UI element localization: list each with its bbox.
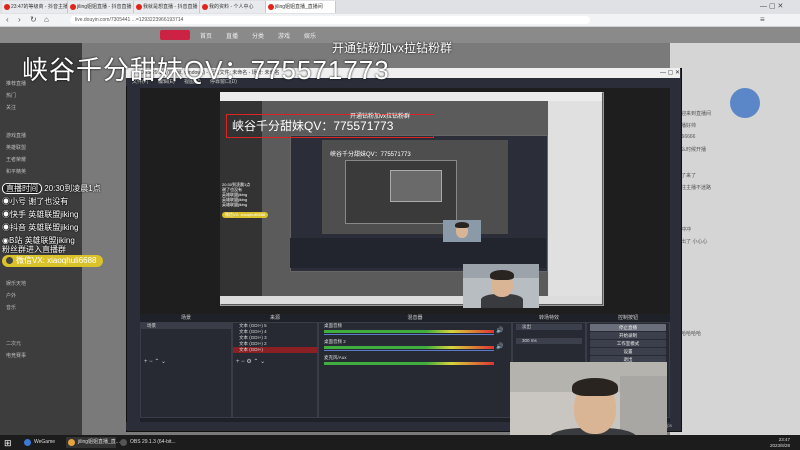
- menu-icon[interactable]: ≡: [760, 14, 765, 26]
- back-icon[interactable]: ‹: [6, 14, 9, 26]
- taskbar-item[interactable]: jiling姐姐直播_直...: [66, 437, 120, 448]
- browser-tab[interactable]: jiling姐姐直播 - 抖音直播: [68, 1, 134, 13]
- obs-window-controls[interactable]: — ▢ ✕: [660, 69, 680, 76]
- sidebar-item[interactable]: 王者荣耀: [6, 156, 26, 163]
- browser-tab[interactable]: 我的资料 - 个人中心: [200, 1, 266, 13]
- watermark: 峡谷千分甜妹QV：775571773: [22, 55, 390, 85]
- nested-vx-tag: 微信VX: xiaoqhuli6688: [222, 212, 269, 218]
- scene-list-controls[interactable]: + − ⌃ ⌄: [144, 358, 166, 365]
- settings-button[interactable]: 设置: [590, 348, 666, 355]
- mixer-dock: [318, 322, 512, 418]
- nav-item[interactable]: 游戏: [278, 31, 290, 40]
- audio-meter: [324, 346, 494, 349]
- nested-browser-bar: [220, 92, 602, 101]
- webcam-nested-small: [443, 220, 481, 242]
- taskbar-clock: 23:47 2023/8/28: [770, 437, 791, 448]
- mixer-channel-label: 桌面音频 2: [324, 339, 346, 344]
- stream-info-row: ◉抖音 英雄联盟jiking: [2, 223, 79, 232]
- webcam-nested: [463, 264, 539, 308]
- audio-meter: [324, 362, 494, 365]
- mixer-channel-label: 麦克风/Aux: [324, 355, 347, 360]
- sidebar-item[interactable]: 音乐: [6, 304, 16, 311]
- forward-icon[interactable]: ›: [18, 14, 21, 26]
- nav-item[interactable]: 娱乐: [304, 31, 316, 40]
- nav-item[interactable]: 分类: [252, 31, 264, 40]
- source-item-selected[interactable]: 文本 (GDI+): [233, 347, 317, 353]
- source-list-controls[interactable]: + − ⚙ ⌃ ⌄: [236, 358, 265, 365]
- scenes-dock: [140, 322, 232, 418]
- browser-tab-active[interactable]: jiling姐姐直播_直播间: [266, 1, 336, 13]
- sidebar-item[interactable]: 和平精英: [6, 168, 26, 175]
- chat-message: 送出了 小心心: [676, 239, 708, 245]
- chat-message: 主播好帅: [676, 123, 697, 129]
- speaker-icon[interactable]: 🔊: [496, 327, 503, 334]
- chat-message: 来了来了: [676, 173, 697, 179]
- audio-meter: [324, 330, 494, 333]
- stream-info-row: ◉小号 谢了也没有: [2, 197, 69, 206]
- nested-watermark-small: 峡谷千分甜妹QV：775571773: [330, 152, 411, 158]
- sidebar-item[interactable]: 电竞赛事: [6, 352, 26, 359]
- gift-icon[interactable]: [730, 88, 760, 118]
- sidebar-item[interactable]: 关注: [6, 104, 16, 111]
- chat-message: 关注主播不迷路: [676, 185, 712, 191]
- home-icon[interactable]: ⌂: [44, 14, 49, 26]
- sidebar-item[interactable]: 英雄联盟: [6, 144, 26, 151]
- scenes-dock-title: 场景: [180, 315, 191, 321]
- nested-chat: [548, 101, 602, 296]
- scene-item[interactable]: 场景: [141, 323, 231, 329]
- mixer-dock-title: 混音器: [407, 315, 423, 321]
- chat-message: 冲冲冲: [676, 227, 692, 233]
- chat-message: 6666666: [676, 134, 696, 140]
- wechat-icon: [6, 257, 13, 264]
- browser-tab[interactable]: 23:47的等级商 - 抖音主播: [2, 1, 68, 13]
- taskbar-item[interactable]: OBS 29.1.3 (64-bit...: [118, 437, 176, 448]
- nav-item[interactable]: 直播: [226, 31, 238, 40]
- chat-message: 什么时候开播: [676, 147, 707, 153]
- sidebar-item[interactable]: 户外: [6, 292, 16, 299]
- controls-dock-title: 控制按钮: [617, 315, 638, 321]
- browser-tab[interactable]: 我就是想直播 - 抖音直播: [134, 1, 200, 13]
- window-controls[interactable]: — ▢ ✕: [760, 2, 783, 10]
- taskbar-item[interactable]: WeGame: [22, 437, 64, 448]
- transitions-dock-title: 转场特效: [538, 315, 559, 321]
- volume-slider[interactable]: [324, 350, 494, 351]
- stop-streaming-button[interactable]: 停止直播: [590, 324, 666, 331]
- stream-info-row: ◉快手 英雄联盟jiking: [2, 210, 79, 219]
- sidebar-item[interactable]: 游戏直播: [6, 132, 26, 139]
- nested-banner: 开通钻粉加vx拉钻粉群: [350, 114, 411, 120]
- url-input[interactable]: live.douyin.com/7305441 ...=129322396619…: [70, 16, 590, 24]
- start-recording-button[interactable]: 开始录制: [590, 332, 666, 339]
- nested-capture-deepest: [390, 170, 442, 202]
- speaker-icon[interactable]: 🔊: [496, 343, 503, 350]
- nested-bottom-bar: [220, 296, 602, 304]
- start-icon[interactable]: ⊞: [4, 438, 12, 449]
- volume-slider[interactable]: [324, 334, 494, 335]
- merch-text: 粉丝群进入直播群: [2, 245, 66, 254]
- transition-select[interactable]: 淡出: [516, 324, 582, 330]
- sidebar-item[interactable]: 娱乐天地: [6, 280, 26, 287]
- site-logo[interactable]: [160, 30, 190, 40]
- nav-item[interactable]: 首页: [200, 31, 212, 40]
- studio-mode-button[interactable]: 工作室模式: [590, 340, 666, 347]
- sidebar-item[interactable]: 二次元: [6, 340, 21, 347]
- reload-icon[interactable]: ↻: [30, 14, 37, 26]
- vx-tag: 微信VX: xiaoqhuli6688: [2, 255, 103, 267]
- nested-info-list: 20:30到凌晨1点 谢了也没有 英雄联盟jiking 英雄联盟jiking 英…: [222, 182, 251, 207]
- transition-duration[interactable]: 300 ms: [516, 338, 582, 344]
- mixer-channel-label: 桌面音频: [324, 323, 342, 328]
- sidebar-item[interactable]: 热门: [6, 92, 16, 99]
- chat-message: 哈哈哈哈哈: [676, 331, 702, 337]
- stream-info-row: 直播时间 20:30到凌晨1点: [2, 183, 101, 194]
- sources-dock-title: 来源: [269, 315, 280, 321]
